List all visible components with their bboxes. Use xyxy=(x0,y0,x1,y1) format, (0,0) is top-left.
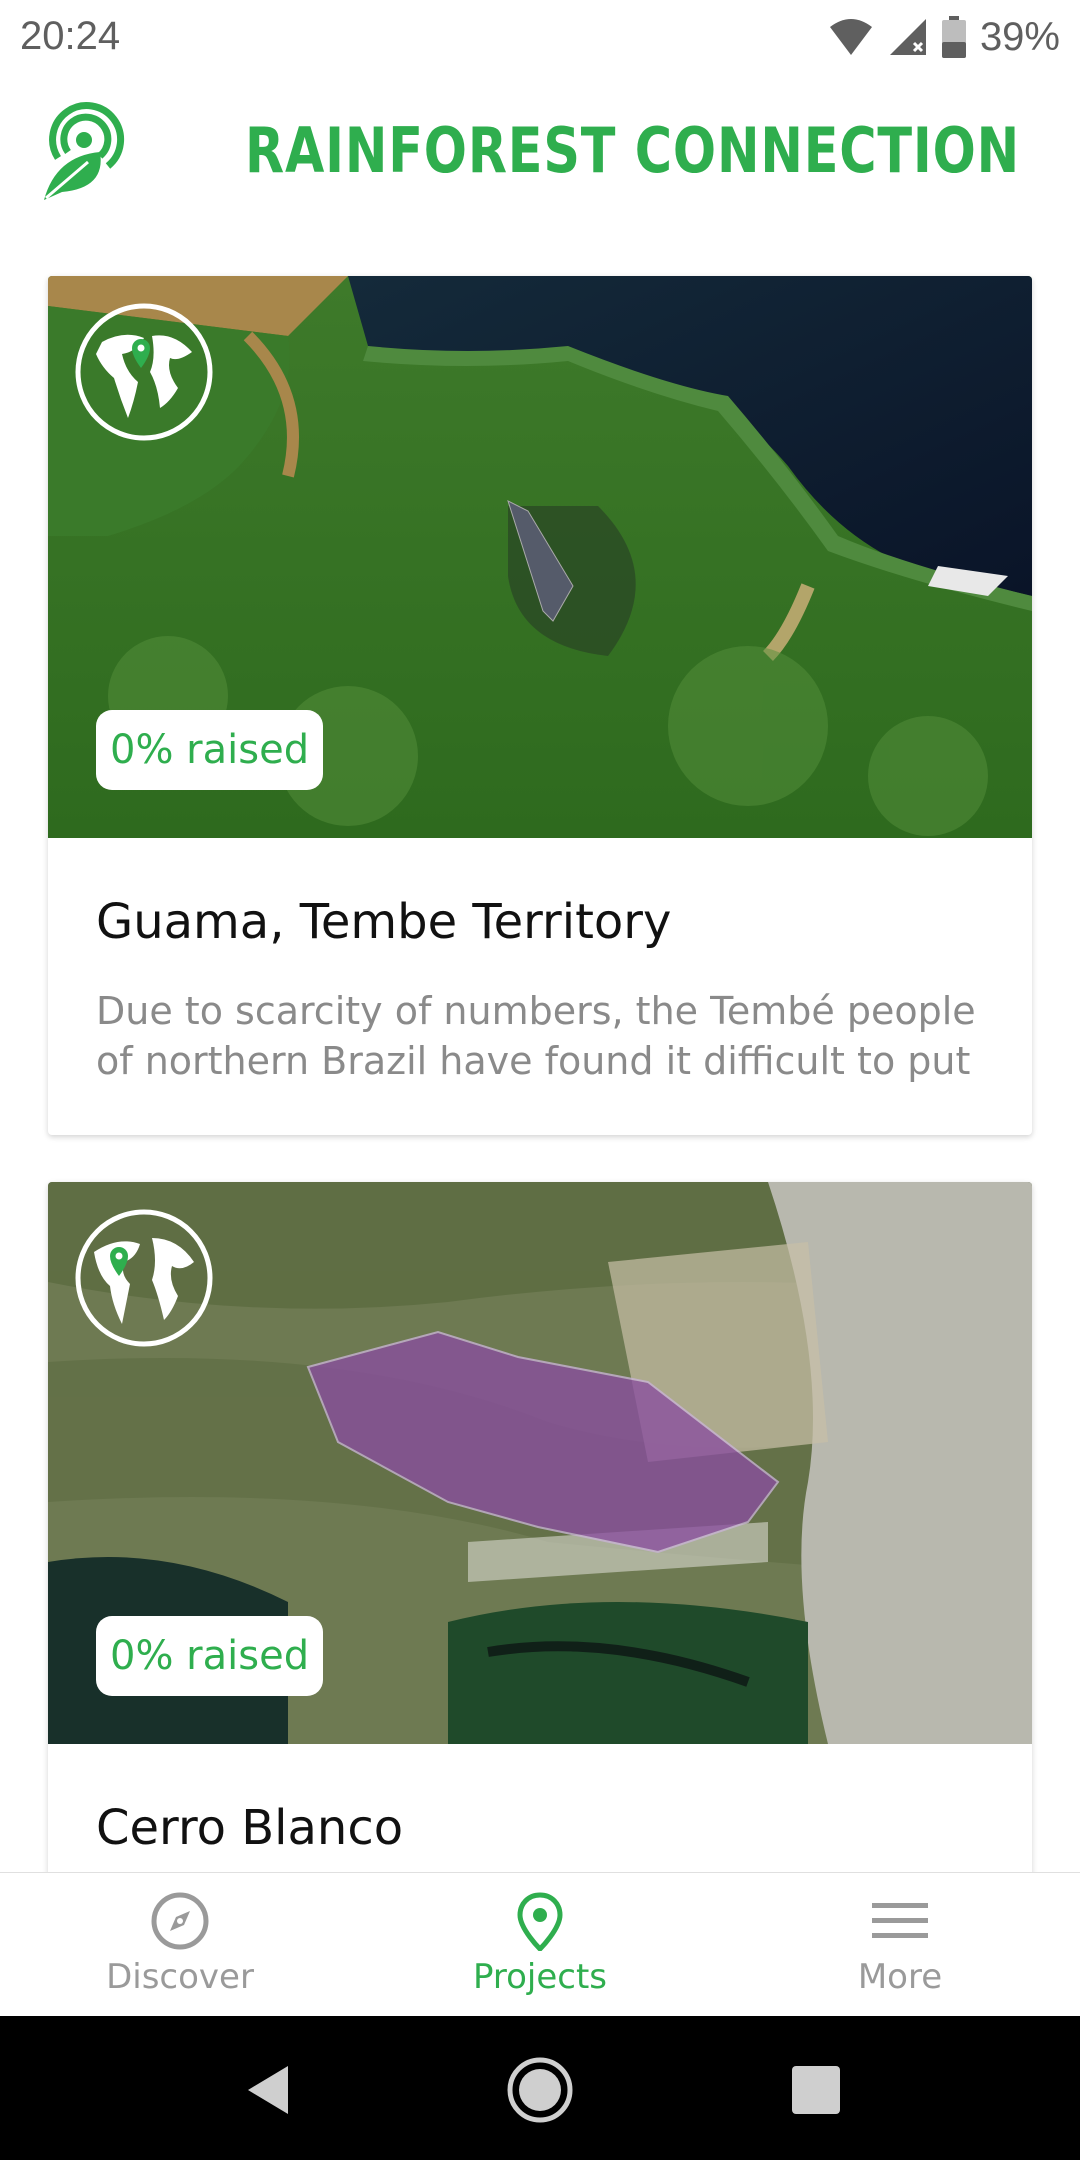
nav-discover[interactable]: Discover xyxy=(0,1873,360,2017)
project-card[interactable]: 0% raised Cerro Blanco xyxy=(48,1182,1032,1872)
app-header: RAINFOREST CONNECTION xyxy=(0,76,1080,246)
nav-projects[interactable]: Projects xyxy=(360,1873,720,2017)
bottom-navigation: Discover Projects More xyxy=(0,1872,1080,2016)
status-time: 20:24 xyxy=(20,14,121,58)
nav-label: More xyxy=(857,1957,943,1997)
project-map-image: 0% raised xyxy=(48,1182,1032,1744)
status-icons: 39% xyxy=(828,12,1060,62)
nav-label: Projects xyxy=(472,1957,608,1997)
project-description: Due to scarcity of numbers, the Tembé pe… xyxy=(96,989,976,1083)
project-list[interactable]: 0% raised Guama, Tembe Territory Due to … xyxy=(0,246,1080,1872)
menu-icon xyxy=(872,1903,928,1938)
compass-icon xyxy=(151,1892,209,1950)
raised-badge: 0% raised xyxy=(96,710,324,790)
home-icon[interactable] xyxy=(505,2055,575,2125)
battery-icon xyxy=(941,16,966,58)
project-map-image: 0% raised xyxy=(48,276,1032,838)
brand-title: RAINFOREST CONNECTION xyxy=(245,114,1021,187)
battery-percent: 39% xyxy=(979,14,1060,59)
system-navigation-bar xyxy=(0,2016,1080,2160)
raised-badge: 0% raised xyxy=(96,1616,324,1696)
project-title: Cerro Blanco xyxy=(96,1800,404,1856)
back-icon[interactable] xyxy=(240,2060,300,2120)
signal-icon xyxy=(889,19,926,55)
map-pin-icon xyxy=(517,1892,563,1951)
project-title: Guama, Tembe Territory xyxy=(96,894,672,950)
leaf-signal-logo xyxy=(44,102,125,200)
nav-more[interactable]: More xyxy=(720,1873,1080,2017)
project-card[interactable]: 0% raised Guama, Tembe Territory Due to … xyxy=(48,276,1032,1135)
nav-label: Discover xyxy=(106,1957,254,1997)
status-bar: 20:24 39% xyxy=(0,0,1080,76)
recents-icon[interactable] xyxy=(786,2060,846,2120)
globe-pin-icon xyxy=(75,1209,213,1347)
globe-pin-icon xyxy=(75,303,213,441)
wifi-icon xyxy=(829,19,872,55)
